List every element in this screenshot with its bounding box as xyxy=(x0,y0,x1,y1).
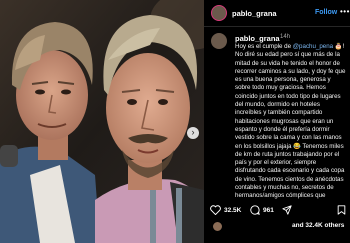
post-side-panel: pablo_grana Follow ••• pablo_grana 14h H… xyxy=(204,0,350,243)
post-photo[interactable]: › xyxy=(0,0,204,243)
instagram-post: › pablo_grana Follow ••• pablo_grana 14h… xyxy=(0,0,350,243)
comments-count: 961 xyxy=(263,207,274,214)
action-bar: 32.5K 961 xyxy=(204,200,350,222)
bookmark-icon[interactable] xyxy=(337,205,346,215)
caption-text: Hoy es el cumple de @pachu_pena 🎂! No di… xyxy=(235,43,347,209)
caption-avatar[interactable] xyxy=(211,33,227,49)
header-divider xyxy=(204,26,350,27)
follow-button[interactable]: Follow xyxy=(315,9,337,16)
liked-by-others: and 32.4K others xyxy=(292,222,345,229)
avatar[interactable] xyxy=(211,5,227,21)
comment-icon[interactable] xyxy=(250,205,260,215)
caption-part-2: 🎂! No diré su edad pero sí que más de la… xyxy=(235,43,346,208)
mention-link[interactable]: @pachu_pena xyxy=(293,43,333,50)
next-photo-button[interactable]: › xyxy=(187,127,199,139)
post-header: pablo_grana Follow ••• xyxy=(204,0,350,26)
caption-part-1: Hoy es el cumple de xyxy=(235,43,293,50)
caption-username[interactable]: pablo_grana xyxy=(235,34,280,43)
more-options-icon[interactable]: ••• xyxy=(340,7,350,16)
send-icon[interactable] xyxy=(282,205,292,215)
liked-by-text[interactable]: and 32.4K others xyxy=(292,222,344,229)
heart-icon[interactable] xyxy=(210,205,221,215)
photo-illustration xyxy=(0,0,204,243)
likes-count: 32.5K xyxy=(224,207,242,214)
post-time: 14h xyxy=(280,34,291,40)
chevron-right-icon: › xyxy=(191,127,195,137)
liked-by-avatar xyxy=(212,221,223,232)
header-username[interactable]: pablo_grana xyxy=(232,9,277,18)
